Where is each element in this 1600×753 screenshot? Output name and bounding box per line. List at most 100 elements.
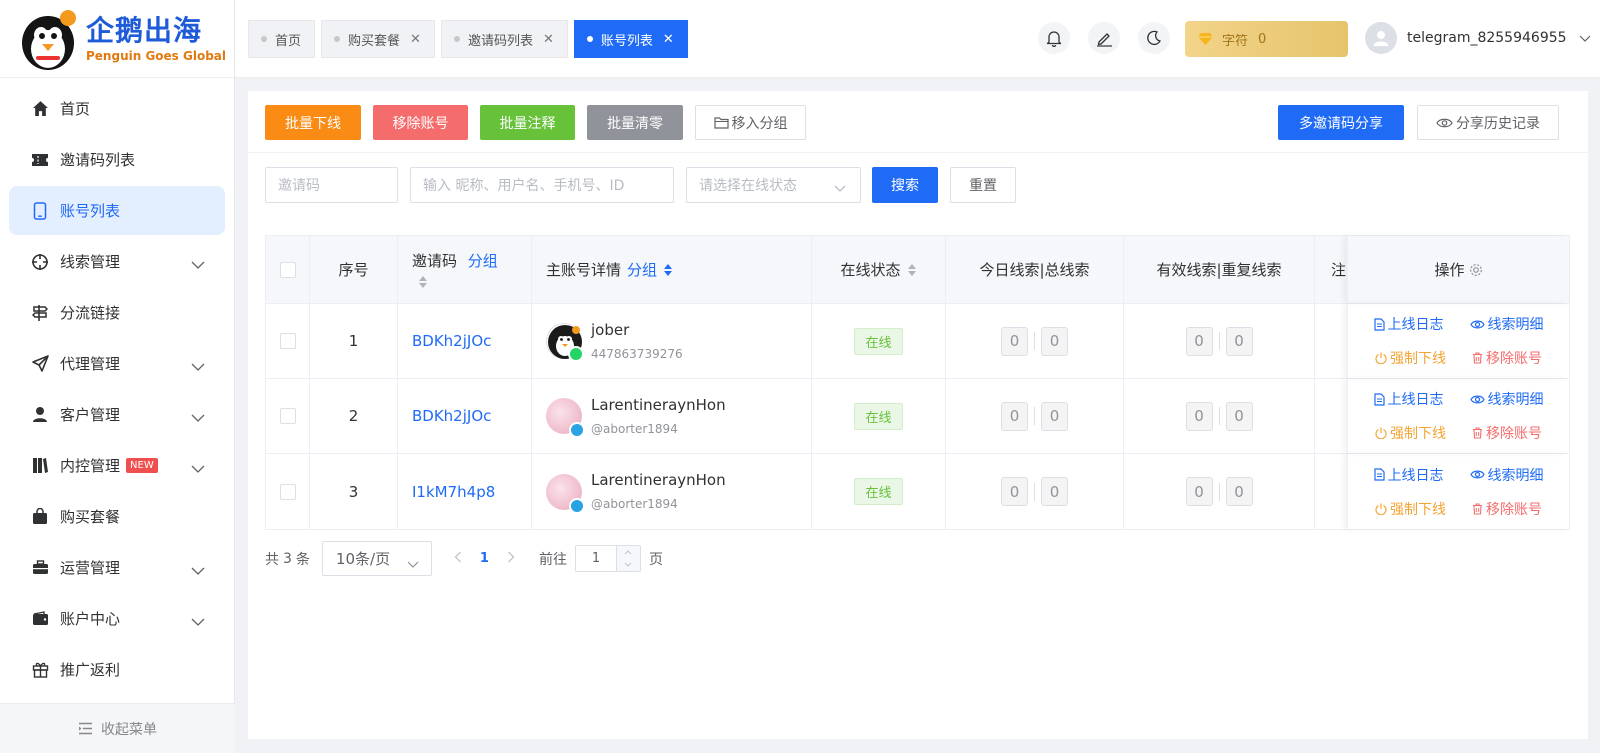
user-icon — [31, 406, 49, 424]
force-offline-link[interactable]: 强制下线 — [1375, 499, 1446, 519]
close-icon[interactable]: ✕ — [663, 32, 674, 47]
table-row[interactable]: 2 BDKh2jJOc LarentineraynHon @aborter189… — [266, 379, 1569, 454]
status-select[interactable]: 请选择在线状态 — [686, 167, 861, 203]
row-checkbox[interactable] — [279, 408, 296, 424]
row-invite-code[interactable]: I1kM7h4p8 — [398, 454, 532, 529]
sidebar-item-home[interactable]: 首页 — [9, 84, 225, 133]
keyword-input[interactable]: 输入 昵称、用户名、手机号、ID — [410, 167, 674, 203]
reset-button[interactable]: 重置 — [950, 167, 1016, 203]
sidebar-item-label: 分流链接 — [60, 304, 121, 322]
account-username: @aborter1894 — [591, 421, 678, 436]
page-jump: 前往 1 页 — [539, 545, 663, 572]
sidebar-item-operations[interactable]: 运营管理 — [9, 543, 225, 592]
row-checkbox[interactable] — [279, 483, 296, 500]
tab-buy-plan[interactable]: 购买套餐 ✕ — [321, 20, 435, 58]
book-icon — [31, 457, 49, 475]
logo[interactable]: 企鹅出海 Penguin Goes Global — [0, 0, 234, 78]
chevron-down-icon — [834, 180, 846, 196]
user-menu[interactable]: telegram_8255946955 — [1365, 22, 1591, 54]
next-page-icon[interactable] — [507, 551, 515, 567]
prev-page-icon[interactable] — [454, 551, 462, 567]
close-icon[interactable]: ✕ — [410, 32, 421, 47]
page-jump-input[interactable]: 1 — [574, 545, 641, 572]
send-icon — [31, 355, 49, 373]
row-today-total: 00 — [946, 379, 1124, 453]
header-account[interactable]: 主账号详情 分组 — [532, 236, 812, 303]
notification-button[interactable] — [1038, 22, 1070, 54]
tab-accounts[interactable]: 账号列表 ✕ — [573, 20, 688, 58]
remove-account-link[interactable]: 移除账号 — [1472, 423, 1542, 443]
page-stepper[interactable] — [615, 546, 640, 571]
sidebar-item-buy-plan[interactable]: 购买套餐 — [9, 492, 225, 541]
remove-account-link[interactable]: 移除账号 — [1472, 499, 1542, 519]
row-account: LarentineraynHon @aborter1894 — [532, 454, 812, 529]
table-row[interactable]: 3 I1kM7h4p8 LarentineraynHon @aborter189… — [266, 454, 1569, 529]
dark-mode-toggle[interactable] — [1138, 22, 1170, 54]
sidebar-item-internal-control[interactable]: 内控管理 NEW — [9, 441, 225, 490]
sidebar-item-referral[interactable]: 推广返利 — [9, 645, 225, 694]
sidebar-item-account-center[interactable]: 账户中心 — [9, 594, 225, 643]
tab-label: 邀请码列表 — [467, 33, 533, 49]
move-group-label: 移入分组 — [731, 115, 788, 132]
coin-balance[interactable]: 字符 0 — [1185, 21, 1348, 57]
online-log-link[interactable]: 上线日志 — [1373, 314, 1444, 334]
current-page[interactable]: 1 — [480, 551, 489, 566]
sidebar-item-label: 线索管理 — [60, 253, 121, 271]
close-icon[interactable]: ✕ — [543, 32, 554, 47]
share-history-button[interactable]: 分享历史记录 — [1417, 105, 1559, 140]
batch-comment-button[interactable]: 批量注释 — [480, 105, 575, 140]
remove-account-button[interactable]: 移除账号 — [373, 105, 468, 140]
row-checkbox[interactable] — [279, 333, 296, 349]
row-invite-code[interactable]: BDKh2jJOc — [398, 304, 532, 378]
invite-code-input[interactable]: 邀请码 — [265, 167, 398, 203]
header-invite-code[interactable]: 邀请码 分组 — [398, 236, 532, 303]
sidebar-item-invite-codes[interactable]: 邀请码列表 — [9, 135, 225, 184]
header-account-group-link[interactable]: 分组 — [627, 259, 657, 280]
page-size-select[interactable]: 10条/页 — [321, 541, 432, 576]
select-all-cell — [266, 236, 310, 303]
row-account: jober 447863739276 — [532, 304, 812, 378]
total-prefix: 共 — [265, 551, 279, 568]
chevron-up-icon[interactable] — [624, 550, 632, 555]
chevron-down-icon — [191, 612, 205, 630]
lead-detail-label: 线索明细 — [1487, 467, 1544, 484]
edit-button[interactable] — [1088, 22, 1120, 54]
telegram-icon — [569, 497, 585, 514]
row-valid-dup: 00 — [1124, 304, 1315, 378]
sort-icon[interactable] — [663, 263, 673, 277]
tab-home[interactable]: 首页 — [248, 20, 316, 58]
tab-invite-codes[interactable]: 邀请码列表 ✕ — [440, 20, 568, 58]
chevron-down-icon[interactable] — [624, 562, 632, 567]
sort-icon[interactable] — [418, 275, 428, 289]
gear-icon[interactable] — [1469, 263, 1483, 277]
select-all-checkbox[interactable] — [279, 261, 296, 278]
batch-offline-button[interactable]: 批量下线 — [265, 105, 361, 140]
row-invite-code[interactable]: BDKh2jJOc — [398, 379, 532, 453]
table-row[interactable]: 1 BDKh2jJOc jober 447863739276 在线 00 00 — [266, 304, 1569, 379]
sidebar-item-leads[interactable]: 线索管理 — [9, 237, 225, 286]
trash-icon — [1473, 502, 1482, 515]
remove-account-label: 移除账号 — [1486, 501, 1542, 518]
moon-icon — [1147, 30, 1161, 45]
lead-detail-link[interactable]: 线索明细 — [1469, 314, 1544, 334]
search-button[interactable]: 搜索 — [872, 167, 938, 203]
force-offline-link[interactable]: 强制下线 — [1375, 423, 1446, 443]
collapse-menu-button[interactable]: 收起菜单 — [0, 703, 235, 753]
header-status[interactable]: 在线状态 — [812, 236, 946, 303]
multi-share-button[interactable]: 多邀请码分享 — [1278, 105, 1404, 140]
user-icon — [1373, 31, 1389, 46]
sidebar-item-links[interactable]: 分流链接 — [9, 288, 225, 337]
sidebar-item-accounts[interactable]: 账号列表 — [9, 186, 225, 235]
sidebar-item-customers[interactable]: 客户管理 — [9, 390, 225, 439]
lead-detail-link[interactable]: 线索明细 — [1469, 465, 1544, 485]
batch-clear-button[interactable]: 批量清零 — [587, 105, 683, 140]
force-offline-link[interactable]: 强制下线 — [1375, 348, 1446, 368]
lead-detail-link[interactable]: 线索明细 — [1469, 389, 1544, 409]
sort-icon[interactable] — [907, 263, 917, 277]
header-group-link[interactable]: 分组 — [468, 252, 498, 270]
remove-account-link[interactable]: 移除账号 — [1472, 348, 1542, 368]
online-log-link[interactable]: 上线日志 — [1373, 465, 1444, 485]
sidebar-item-agents[interactable]: 代理管理 — [9, 339, 225, 388]
online-log-link[interactable]: 上线日志 — [1373, 389, 1444, 409]
move-group-button[interactable]: 移入分组 — [695, 105, 806, 140]
